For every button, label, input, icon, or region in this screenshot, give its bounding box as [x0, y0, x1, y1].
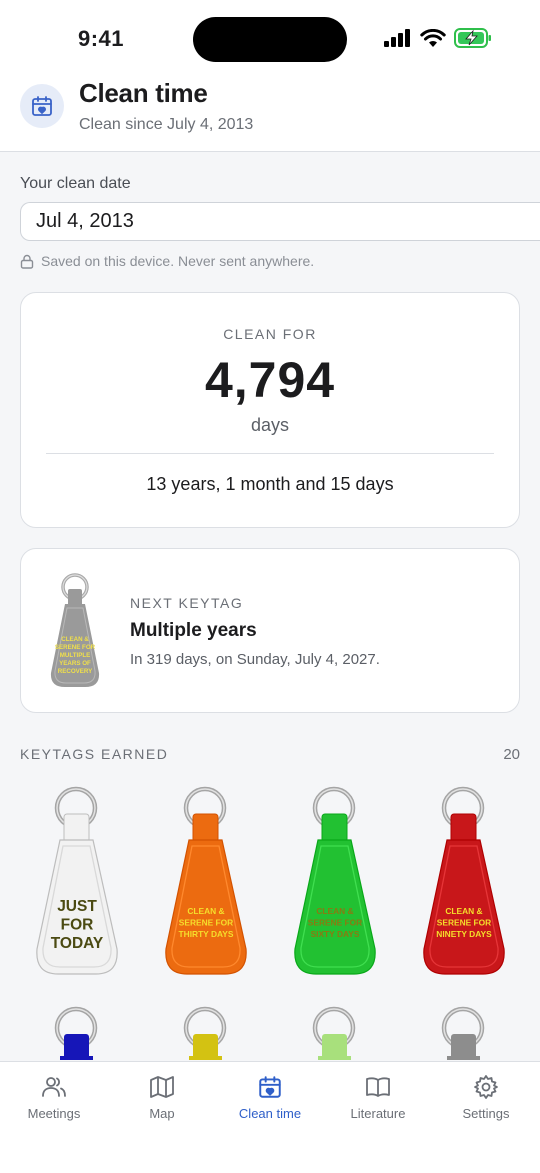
saved-note-text: Saved on this device. Never sent anywher… [41, 253, 315, 269]
keytags-earned-label: KEYTAGS EARNED [20, 746, 169, 762]
wifi-icon [420, 28, 446, 47]
next-keytag-label: NEXT KEYTAG [130, 595, 244, 611]
keytags-earned-count: 20 [503, 746, 520, 763]
people-icon [42, 1077, 66, 1097]
tab-label: Clean time [238, 1106, 302, 1121]
clean-date-label: Your clean date [20, 175, 131, 192]
signal-icon [384, 29, 410, 47]
clean-time-card: CLEAN FOR 4,794 days 13 years, 1 month a… [20, 292, 520, 528]
next-keytag-description: In 319 days, on Sunday, July 4, 2027. [130, 651, 380, 668]
keytag-text-line: CLEAN & [61, 636, 89, 643]
keytag-text-line: CLEAN & [445, 906, 482, 916]
tab-bar: Meetings Map Clean time Literature Setti… [0, 1061, 540, 1173]
tab-label: Settings [462, 1106, 510, 1121]
next-keytag-title: Multiple years [130, 620, 257, 641]
tab-map[interactable]: Map [108, 1062, 216, 1173]
clean-date-input[interactable] [20, 202, 540, 241]
tab-literature[interactable]: Literature [324, 1062, 432, 1173]
book-icon [366, 1077, 390, 1097]
next-keytag-image: CLEAN &SERENE FORMULTIPLEYEARS OFRECOVER… [50, 573, 100, 687]
keytag-text-line: THIRTY DAYS [179, 929, 234, 939]
next-keytag-card[interactable]: CLEAN & SERENE FOR MULTIPLE YEARS OF RECOVER… [20, 548, 520, 713]
keytag-text-line: JUST [57, 898, 97, 915]
status-time: 9:41 [78, 26, 125, 51]
clean-time-detail: 13 years, 1 month and 15 days [146, 474, 394, 494]
tab-clean-time[interactable]: Clean time [216, 1062, 324, 1173]
keytag-text-line: SERENE FOR [179, 918, 233, 928]
keytag-earned-partial[interactable] [163, 1006, 249, 1060]
keytag-text-line: FOR [61, 917, 94, 934]
page-header: Clean time Clean since July 4, 2013 [0, 78, 540, 152]
keytag-text-line: SIXTY DAYS [311, 929, 360, 939]
keytag-text-line: SERENE FOR [55, 644, 96, 651]
page-subtitle: Clean since July 4, 2013 [79, 116, 254, 133]
tab-label: Meetings [27, 1106, 81, 1121]
divider [46, 453, 494, 454]
tab-settings[interactable]: Settings [432, 1062, 540, 1173]
keytag-text-line: SERENE FOR [308, 918, 362, 928]
keytag-text-line: YEARS OF [59, 660, 91, 667]
status-bar: 9:41 [0, 0, 540, 78]
calendar-heart-icon [259, 1076, 281, 1098]
keytag-text-line: TODAY [51, 935, 104, 952]
clean-days-count: 4,794 [204, 352, 336, 408]
keytag-text-line: CLEAN & [316, 906, 353, 916]
status-icons [384, 28, 492, 48]
keytag-text-line: RECOVERY [58, 668, 93, 675]
keytag-earned[interactable]: JUST FORTODAY [34, 786, 120, 976]
keytag-earned[interactable]: CLEAN & SERENE FORNINETY DAYS [421, 786, 507, 976]
keytag-earned-partial[interactable] [292, 1006, 378, 1060]
tab-meetings[interactable]: Meetings [0, 1062, 108, 1173]
keytag-earned[interactable]: CLEAN & SERENE FORSIXTY DAYS [292, 786, 378, 976]
lock-icon [20, 254, 34, 269]
keytag-earned-partial[interactable] [421, 1006, 507, 1060]
dynamic-island [193, 17, 347, 62]
clean-for-label: CLEAN FOR [223, 326, 317, 342]
clean-days-unit: days [250, 415, 290, 435]
battery-charging-icon [454, 28, 491, 48]
keytag-text-line: MULTIPLE [60, 652, 90, 659]
keytag-text-line: SERENE FOR [437, 918, 491, 928]
keytag-text-line: NINETY DAYS [436, 929, 492, 939]
tab-label: Map [149, 1106, 175, 1121]
keytag-text-line: CLEAN & [187, 906, 224, 916]
page-title: Clean time [79, 78, 208, 108]
map-icon [150, 1076, 174, 1098]
gear-icon [474, 1075, 498, 1099]
keytag-earned-partial[interactable] [34, 1006, 120, 1060]
tab-label: Literature [350, 1106, 406, 1121]
calendar-heart-icon [20, 84, 64, 128]
keytag-earned[interactable]: CLEAN & SERENE FORTHIRTY DAYS [163, 786, 249, 976]
saved-note: Saved on this device. Never sent anywher… [20, 253, 314, 269]
